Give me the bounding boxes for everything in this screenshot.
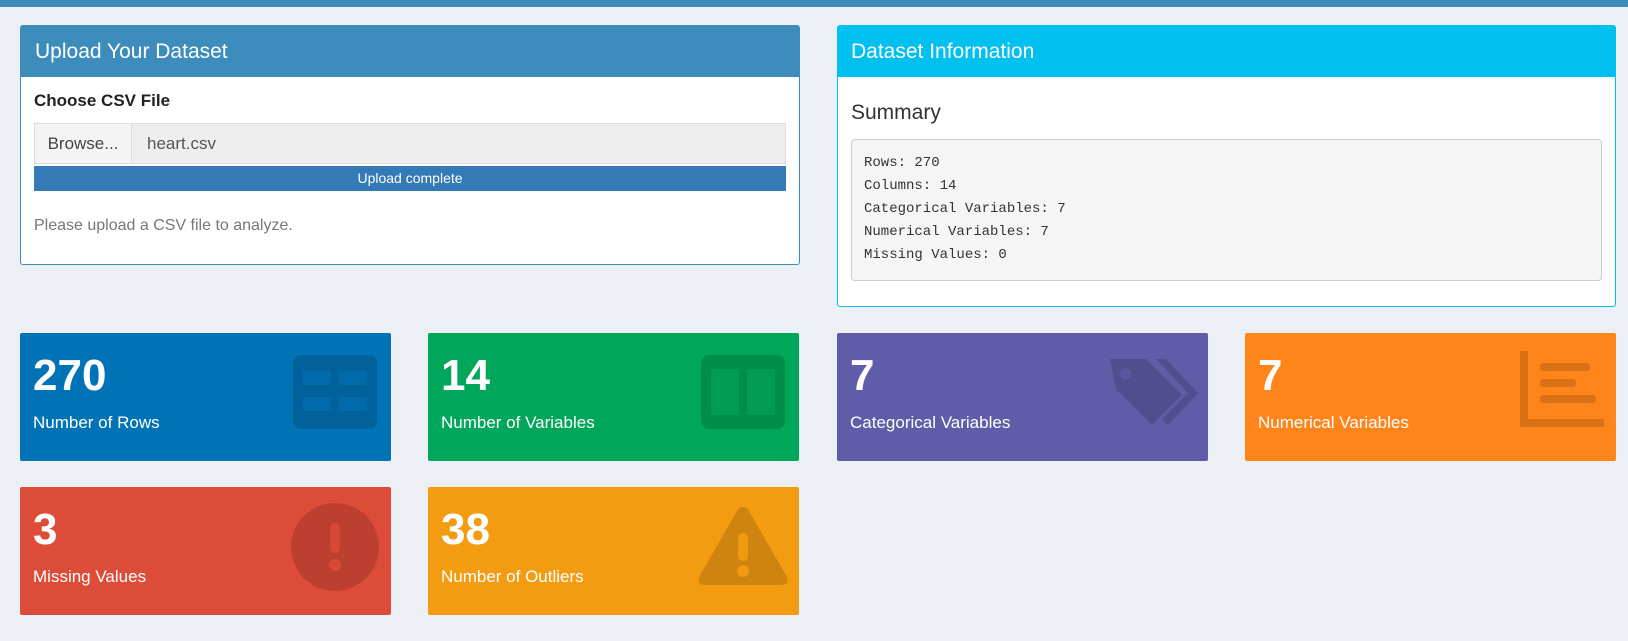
value-box-numerical: 7 Numerical Variables (1245, 333, 1616, 461)
dataset-info-title: Dataset Information (838, 26, 1615, 77)
upload-progress-text: Upload complete (357, 170, 463, 186)
value-box-rows: 270 Number of Rows (20, 333, 391, 461)
value-box-variables: 14 Number of Variables (428, 333, 799, 461)
value-box-number: 7 (850, 351, 875, 400)
upload-dataset-box: Upload Your Dataset Choose CSV File Brow… (20, 25, 800, 265)
tags-icon (1110, 359, 1198, 425)
value-box-categorical: 7 Categorical Variables (837, 333, 1208, 461)
file-input-label: Choose CSV File (34, 91, 171, 110)
summary-heading: Summary (851, 101, 941, 124)
value-box-number: 7 (1258, 351, 1283, 400)
value-box-number: 14 (441, 351, 490, 400)
value-box-label: Numerical Variables (1258, 413, 1409, 432)
summary-line: Rows: 270 (864, 155, 940, 171)
value-box-missing: 3 Missing Values (20, 487, 391, 615)
value-box-number: 270 (33, 351, 107, 400)
value-box-label: Missing Values (33, 567, 147, 586)
chart-bar-icon (1520, 351, 1604, 427)
value-box-number: 3 (33, 505, 58, 554)
browse-button[interactable]: Browse... (34, 123, 132, 164)
upload-box-title: Upload Your Dataset (21, 26, 799, 77)
value-box-label: Number of Variables (441, 413, 595, 432)
dataset-info-box: Dataset Information Summary Rows: 270 Co… (837, 25, 1616, 307)
warning-icon (698, 507, 788, 585)
upload-progress-bar: Upload complete (34, 166, 786, 191)
summary-line: Missing Values: 0 (864, 247, 1007, 263)
top-navbar-strip (0, 0, 1628, 7)
value-box-label: Categorical Variables (850, 413, 1011, 432)
file-name-field[interactable]: heart.csv (132, 123, 786, 164)
summary-output: Rows: 270 Columns: 14 Categorical Variab… (851, 139, 1602, 281)
exclamation-circle-icon (291, 503, 379, 591)
summary-line: Numerical Variables: 7 (864, 224, 1049, 240)
columns-icon (701, 355, 785, 429)
value-box-label: Number of Outliers (441, 567, 584, 586)
summary-line: Columns: 14 (864, 178, 957, 194)
value-box-label: Number of Rows (33, 413, 160, 432)
summary-line: Categorical Variables: 7 (864, 201, 1066, 217)
value-box-number: 38 (441, 505, 490, 554)
file-input[interactable]: Browse... heart.csv (34, 123, 786, 164)
upload-help-text: Please upload a CSV file to analyze. (34, 217, 293, 234)
table-icon (293, 355, 377, 429)
value-box-outliers: 38 Number of Outliers (428, 487, 799, 615)
